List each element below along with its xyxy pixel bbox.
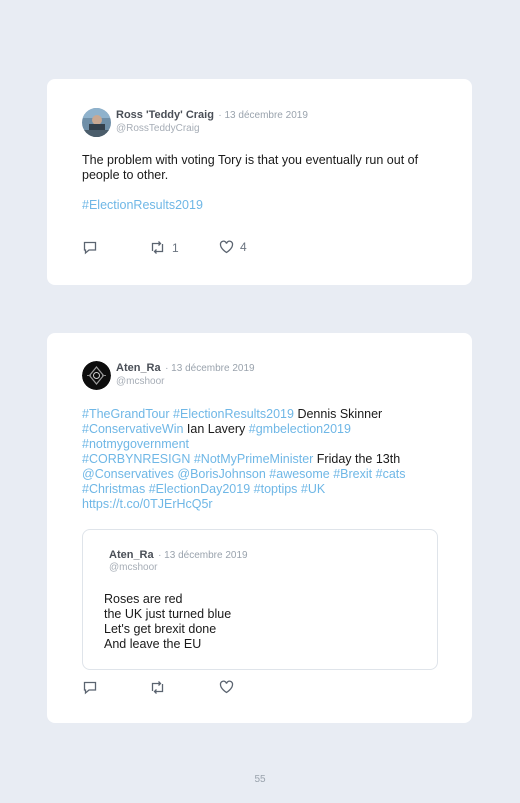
tweet-line: #TheGrandTour #ElectionResults2019 Denni… bbox=[82, 407, 442, 422]
quoted-tweet-text: Roses are red the UK just turned blue Le… bbox=[104, 592, 231, 652]
like-count: 4 bbox=[240, 240, 247, 254]
quoted-tweet-date[interactable]: · 13 décembre 2019 bbox=[158, 550, 248, 561]
tweet-line: @Conservatives @BorisJohnson #awesome #B… bbox=[82, 467, 442, 482]
like-button[interactable] bbox=[219, 680, 234, 694]
reply-icon bbox=[83, 681, 97, 695]
tweet-text: The problem with voting Tory is that you… bbox=[82, 153, 442, 213]
hashtag-link[interactable]: #awesome bbox=[269, 467, 329, 481]
quoted-line: And leave the EU bbox=[104, 637, 202, 651]
quoted-tweet[interactable]: Aten_Ra · 13 décembre 2019 @mcshoor Rose… bbox=[82, 529, 438, 670]
tweet-text-segment: Friday the 13th bbox=[313, 452, 401, 466]
hashtag-link[interactable]: #TheGrandTour bbox=[82, 407, 170, 421]
retweet-icon bbox=[151, 241, 164, 254]
tweet-card: Ross 'Teddy' Craig · 13 décembre 2019 @R… bbox=[47, 79, 472, 285]
author-handle[interactable]: @RossTeddyCraig bbox=[116, 122, 308, 135]
author-name[interactable]: Aten_Ra bbox=[116, 362, 161, 374]
page-number: 55 bbox=[254, 774, 266, 785]
mention-link[interactable]: @BorisJohnson bbox=[177, 467, 265, 481]
tweet-text: #TheGrandTour #ElectionResults2019 Denni… bbox=[82, 407, 442, 512]
reply-button[interactable] bbox=[82, 240, 98, 255]
hashtag-link[interactable]: #ConservativeWin bbox=[82, 422, 183, 436]
hashtag-link[interactable]: #NotMyPrimeMinister bbox=[194, 452, 313, 466]
quoted-author-handle[interactable]: @mcshoor bbox=[109, 562, 248, 574]
tweet-actions: 1 4 bbox=[82, 240, 282, 256]
retweet-button[interactable]: 1 bbox=[149, 240, 179, 255]
tweet-line: #ConservativeWin Ian Lavery #gmbelection… bbox=[82, 422, 442, 437]
hashtag-link[interactable]: #cats bbox=[376, 467, 406, 481]
hashtag-link[interactable]: #ElectionResults2019 bbox=[82, 198, 203, 212]
quoted-line: Let's get brexit done bbox=[104, 622, 217, 636]
hashtag-link[interactable]: #Christmas bbox=[82, 482, 145, 496]
hashtag-link[interactable]: #ElectionDay2019 bbox=[149, 482, 250, 496]
tweet-text-segment: Ian Lavery bbox=[183, 422, 249, 436]
author-name[interactable]: Ross 'Teddy' Craig bbox=[116, 109, 214, 121]
quoted-author-name[interactable]: Aten_Ra bbox=[109, 549, 154, 561]
hashtag-link[interactable]: #Brexit bbox=[333, 467, 372, 481]
profile-photo-icon[interactable] bbox=[82, 108, 111, 137]
tweet-header: Aten_Ra · 13 décembre 2019 @mcshoor bbox=[82, 360, 255, 390]
tweet-actions bbox=[82, 680, 282, 696]
hashtag-link[interactable]: #notmygovernment bbox=[82, 437, 189, 451]
author-handle[interactable]: @mcshoor bbox=[116, 375, 255, 388]
tweet-line: https://t.co/0TJErHcQ5r bbox=[82, 497, 442, 512]
like-button[interactable]: 4 bbox=[219, 240, 247, 254]
quoted-tweet-header: Aten_Ra · 13 décembre 2019 @mcshoor bbox=[109, 548, 248, 574]
hashtag-link[interactable]: #ElectionResults2019 bbox=[173, 407, 294, 421]
url-link[interactable]: https://t.co/0TJErHcQ5r bbox=[82, 497, 213, 511]
hashtag-link[interactable]: #gmbelection2019 bbox=[249, 422, 351, 436]
tweet-header: Ross 'Teddy' Craig · 13 décembre 2019 @R… bbox=[82, 107, 308, 137]
tweet-line: #CORBYNRESIGN #NotMyPrimeMinister Friday… bbox=[82, 452, 442, 467]
reply-button[interactable] bbox=[82, 680, 98, 695]
hashtag-link[interactable]: #UK bbox=[301, 482, 325, 496]
retweet-icon bbox=[151, 681, 164, 694]
hashtag-link[interactable]: #CORBYNRESIGN bbox=[82, 452, 190, 466]
tweet-date[interactable]: · 13 décembre 2019 bbox=[165, 363, 255, 374]
tweet-line: #notmygovernment bbox=[82, 437, 442, 452]
heart-icon bbox=[219, 240, 234, 254]
tweet-line: #Christmas #ElectionDay2019 #toptips #UK bbox=[82, 482, 442, 497]
quoted-line: the UK just turned blue bbox=[104, 607, 232, 621]
heart-icon bbox=[219, 680, 234, 694]
quoted-line: Roses are red bbox=[104, 592, 183, 606]
retweet-button[interactable] bbox=[149, 680, 166, 695]
hashtag-link[interactable]: #toptips bbox=[254, 482, 298, 496]
reply-icon bbox=[83, 241, 97, 255]
tweet-card: Aten_Ra · 13 décembre 2019 @mcshoor #The… bbox=[47, 333, 472, 723]
tweet-body: The problem with voting Tory is that you… bbox=[82, 153, 419, 182]
mention-link[interactable]: @Conservatives bbox=[82, 467, 174, 481]
tweet-date[interactable]: · 13 décembre 2019 bbox=[218, 110, 308, 121]
tweet-text-segment: Dennis Skinner bbox=[293, 407, 383, 421]
retweet-count: 1 bbox=[172, 240, 179, 255]
dark-emblem-avatar-icon[interactable] bbox=[82, 361, 111, 390]
